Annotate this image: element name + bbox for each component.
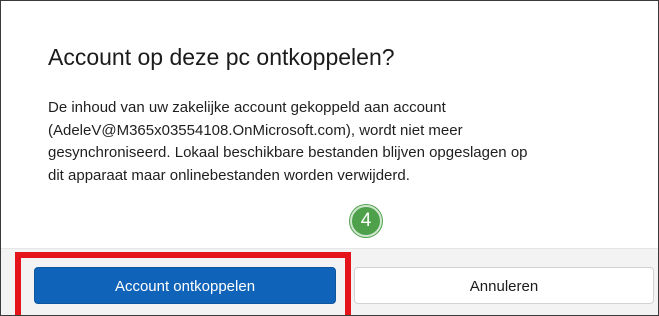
dialog-message-line: (AdeleV@M365x03554108.OnMicrosoft.com), … (48, 121, 463, 139)
dialog-title: Account op deze pc ontkoppelen? (48, 44, 395, 70)
cancel-button[interactable]: Annuleren (354, 267, 654, 304)
dialog-message-line: dit apparaat maar onlinebestanden worden… (48, 166, 410, 184)
highlight-annotation-box (15, 252, 351, 315)
step-number-badge: 4 (350, 205, 382, 237)
dialog-message-line: gesynchroniseerd. Lokaal beschikbare bes… (48, 144, 528, 161)
unlink-account-dialog: Account op deze pc ontkoppelen? De inhou… (0, 0, 659, 316)
dialog-message-line: De inhoud van uw zakelijke account gekop… (48, 99, 446, 116)
dialog-message: De inhoud van uw zakelijke account gekop… (48, 97, 648, 187)
